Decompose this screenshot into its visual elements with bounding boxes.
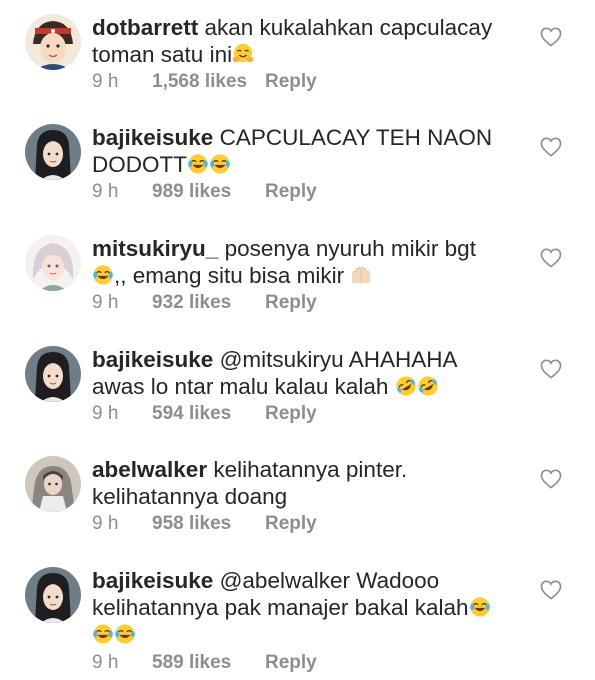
comment-meta: 9 h 589 likes Reply (92, 652, 317, 674)
rofl-icon (395, 375, 417, 397)
comment-time: 9 h (92, 652, 119, 673)
heart-outline-icon[interactable] (540, 469, 562, 489)
comment-text-line1: @mitsukiryu AHAHAHA (213, 347, 458, 372)
comment-time: 9 h (92, 403, 119, 424)
comment-meta: 9 h 989 likes Reply (92, 181, 317, 203)
comment-text-line1: akan kukalahkan capculacay (198, 15, 493, 40)
comment-text-line2: kelihatannya pak manajer bakal kalah (92, 595, 469, 620)
comment-username[interactable]: dotbarrett (92, 15, 198, 40)
comment-text-line1: CAPCULACAY TEH NAON (213, 125, 493, 150)
tears-of-joy-icon (469, 596, 491, 618)
comment-text: mitsukiryu_ posenya nyuruh mikir bgt ,, … (92, 235, 532, 289)
reply-button[interactable]: Reply (265, 652, 317, 674)
raising-hands-icon (350, 264, 372, 286)
comment-text-line2: kelihatannya doang (92, 484, 288, 509)
rofl-icon (417, 375, 439, 397)
comment-meta: 9 h 594 likes Reply (92, 403, 317, 425)
comment-text: abelwalker kelihatannya pinter. kelihata… (92, 456, 532, 510)
heart-outline-icon[interactable] (540, 137, 562, 157)
avatar[interactable] (25, 346, 81, 402)
comment-time: 9 h (92, 181, 119, 202)
comment-text: bajikeisuke @abelwalker Wadooo kelihatan… (92, 567, 532, 648)
comment-text-line2: DODOTT (92, 152, 187, 177)
comment-text: dotbarrett akan kukalahkan capculacay to… (92, 14, 532, 68)
tears-of-joy-icon (114, 623, 136, 645)
comment-likes[interactable]: 989 likes (152, 181, 265, 203)
tears-of-joy-icon (92, 264, 114, 286)
avatar[interactable] (25, 14, 81, 70)
comment-username[interactable]: bajikeisuke (92, 347, 213, 372)
comment-text: bajikeisuke @mitsukiryu AHAHAHA awas lo … (92, 346, 532, 400)
tears-of-joy-icon (92, 623, 114, 645)
comment-text-line2: awas lo ntar malu kalau kalah (92, 374, 389, 399)
comment-text-line1: @abelwalker Wadooo (213, 568, 440, 593)
heart-outline-icon[interactable] (540, 359, 562, 379)
comment-time: 9 h (92, 71, 119, 92)
comment-likes[interactable]: 1,568 likes (152, 71, 265, 93)
comment-likes[interactable]: 958 likes (152, 513, 265, 535)
tears-of-joy-icon (209, 153, 231, 175)
comment-username[interactable]: bajikeisuke (92, 125, 213, 150)
comment-meta: 9 h 1,568 likes Reply (92, 71, 317, 93)
comment-username[interactable]: abelwalker (92, 457, 207, 482)
comment-likes[interactable]: 932 likes (152, 292, 265, 314)
heart-outline-icon[interactable] (540, 248, 562, 268)
reply-button[interactable]: Reply (265, 292, 317, 314)
comment-text: bajikeisuke CAPCULACAY TEH NAON DODOTT (92, 124, 532, 178)
comment-likes[interactable]: 589 likes (152, 652, 265, 674)
avatar[interactable] (25, 567, 81, 623)
tears-of-joy-icon (187, 153, 209, 175)
comment-meta: 9 h 932 likes Reply (92, 292, 317, 314)
avatar[interactable] (25, 124, 81, 180)
comment-meta: 9 h 958 likes Reply (92, 513, 317, 535)
reply-button[interactable]: Reply (265, 403, 317, 425)
reply-button[interactable]: Reply (265, 513, 317, 535)
heart-outline-icon[interactable] (540, 27, 562, 47)
avatar[interactable] (25, 235, 81, 291)
reply-button[interactable]: Reply (265, 71, 317, 93)
comment-text-line1: posenya nyuruh mikir bgt (218, 236, 476, 261)
comment-text-line1: kelihatannya pinter. (207, 457, 408, 482)
reply-button[interactable]: Reply (265, 181, 317, 203)
heart-outline-icon[interactable] (540, 580, 562, 600)
comment-time: 9 h (92, 513, 119, 534)
comment-username[interactable]: mitsukiryu_ (92, 236, 218, 261)
comment-time: 9 h (92, 292, 119, 313)
hugging-face-icon (232, 43, 254, 65)
comment-likes[interactable]: 594 likes (152, 403, 265, 425)
comment-text-line2: ,, emang situ bisa mikir (114, 263, 345, 288)
comment-text-line2: toman satu ini (92, 42, 233, 67)
avatar[interactable] (25, 456, 81, 512)
comment-username[interactable]: bajikeisuke (92, 568, 213, 593)
